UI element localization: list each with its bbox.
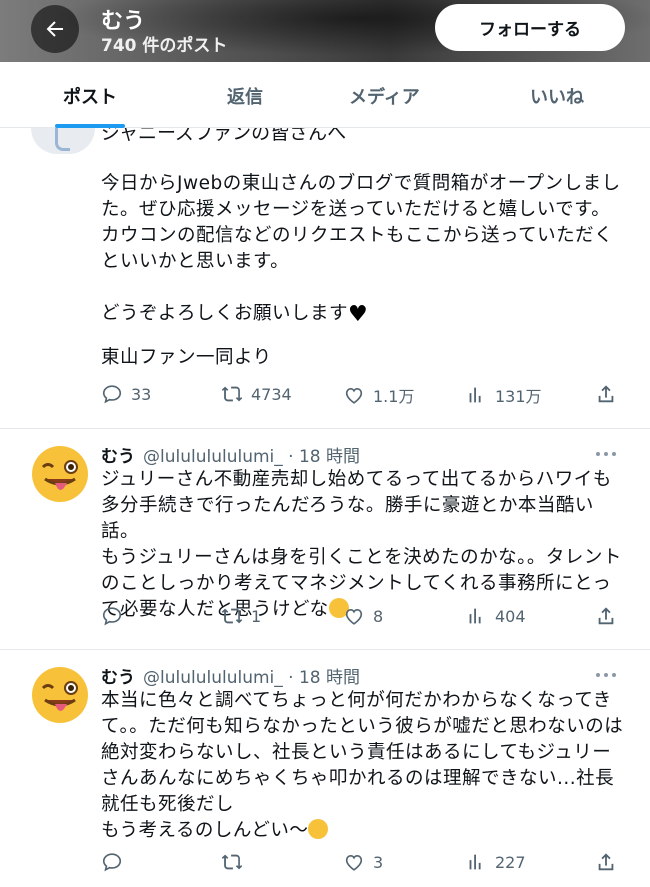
divider — [0, 428, 650, 429]
author-name[interactable]: むう — [101, 442, 135, 467]
views-icon — [469, 854, 481, 870]
views-button[interactable]: 227 — [465, 851, 526, 873]
heart-icon — [345, 609, 363, 625]
avatar[interactable] — [31, 445, 89, 503]
repost-button[interactable]: 4734 — [221, 383, 292, 405]
repost-icon — [221, 386, 243, 402]
share-button[interactable] — [595, 605, 617, 627]
arrow-left-icon — [46, 21, 63, 37]
post-count: 740 件のポスト — [101, 36, 228, 56]
more-icon[interactable] — [596, 671, 620, 679]
tweet-text-signoff: 東山ファン一同より — [101, 347, 272, 368]
share-button[interactable] — [595, 383, 617, 405]
tweet-meta: むう @lulululululumi_ · 18 時間 — [101, 442, 360, 467]
reply-icon — [102, 385, 122, 404]
tweet-text: 今日からJwebの東山さんのブログで質問箱がオープンしました。ぜひ応援メッセージ… — [101, 173, 621, 327]
heart-icon — [345, 388, 363, 404]
like-button[interactable]: 3 — [343, 851, 383, 873]
views-button[interactable]: 404 — [465, 605, 526, 627]
heart-icon — [345, 855, 363, 871]
repost-button[interactable] — [221, 851, 251, 873]
exhaling-face-emoji-icon — [308, 819, 329, 839]
share-icon — [598, 385, 614, 403]
repost-icon — [221, 854, 243, 870]
repost-button[interactable]: 1 — [221, 605, 261, 627]
author-handle[interactable]: @lulululululumi_ · 18 時間 — [143, 442, 360, 467]
views-icon — [469, 387, 481, 403]
share-icon — [598, 853, 614, 871]
reply-icon — [102, 607, 122, 626]
views-icon — [469, 608, 481, 624]
tweet-actions: 3 227 — [101, 851, 621, 877]
more-icon[interactable] — [596, 450, 620, 458]
repost-icon — [221, 608, 243, 624]
tab-replies[interactable]: 返信 — [227, 83, 263, 109]
tweet-actions: 33 4734 1.1万 131万 — [101, 383, 621, 409]
tab-likes[interactable]: いいね — [530, 83, 584, 109]
author-name[interactable]: むう — [101, 663, 135, 688]
tweet-text: 本当に色々と調べてちょっと何が何だかわからなくなってきて。。ただ何も知らなかった… — [101, 690, 624, 841]
views-button[interactable]: 131万 — [465, 383, 542, 407]
reply-button[interactable] — [101, 605, 131, 627]
divider — [0, 649, 650, 650]
tweet-text: ジュリーさん不動産売却し始めてるって出てるからハワイも多分手続きで行ったんだろう… — [101, 469, 622, 620]
author-handle[interactable]: @lulululululumi_ · 18 時間 — [143, 663, 360, 688]
avatar[interactable] — [31, 666, 89, 724]
black-heart-emoji-icon: ♥ — [348, 302, 369, 327]
follow-button[interactable]: フォローする — [435, 4, 625, 51]
reply-button[interactable] — [101, 851, 131, 873]
like-button[interactable]: 8 — [343, 605, 383, 627]
tab-posts[interactable]: ポスト — [63, 83, 117, 109]
share-icon — [598, 607, 614, 625]
reply-icon — [102, 853, 122, 872]
reply-button[interactable]: 33 — [101, 383, 151, 405]
profile-tabs: ポスト 返信 メディア いいね — [0, 62, 650, 128]
share-button[interactable] — [595, 851, 617, 873]
tweet-cut-line: ジャニーズファンの皆さんへ — [101, 128, 347, 144]
profile-header: むう 740 件のポスト フォローする — [0, 0, 650, 62]
like-button[interactable]: 1.1万 — [343, 383, 414, 407]
back-button[interactable] — [31, 5, 79, 53]
tweet-meta: むう @lulululululumi_ · 18 時間 — [101, 663, 360, 688]
tab-media[interactable]: メディア — [349, 83, 420, 109]
avatar[interactable] — [31, 128, 95, 154]
tweet-actions: 1 8 404 — [101, 605, 621, 631]
